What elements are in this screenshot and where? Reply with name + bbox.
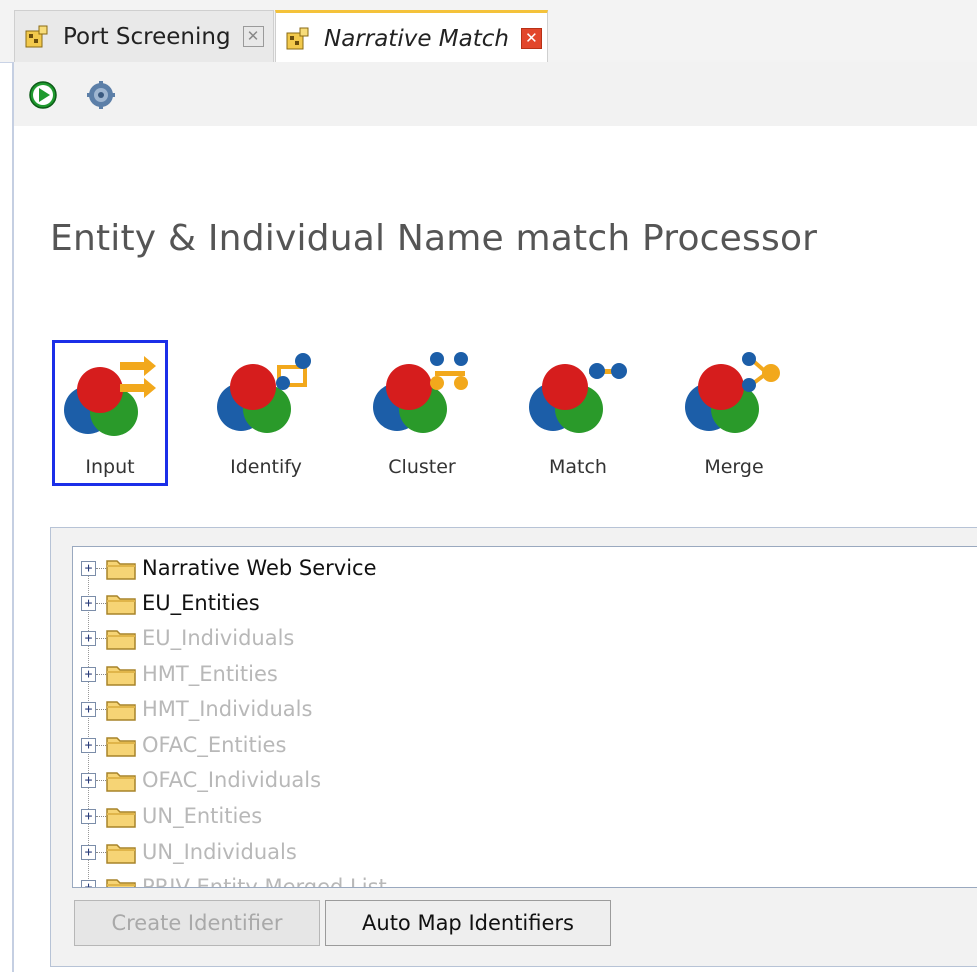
folder-icon [106,595,136,615]
expand-icon[interactable]: + [81,808,96,824]
process-cluster[interactable]: Cluster [364,340,480,486]
tree-item-label: EU_Entities [142,591,260,615]
folder-icon [106,844,136,864]
close-icon[interactable]: ✕ [242,26,264,47]
project-icon [25,25,48,47]
tree-item-label: HMT_Entities [142,662,278,686]
tab-label: Narrative Match [324,25,509,52]
tree-item-label: PRIV Entity Merged List [142,875,387,888]
cluster-process-icon [373,352,468,433]
tree-item[interactable]: + HMT_Individuals [81,692,312,726]
tree-item-label: OFAC_Individuals [142,768,322,792]
folder-icon [106,666,136,686]
folder-icon [106,701,136,721]
data-sources-tree[interactable]: + Narrative Web Service + EU_Entities + … [72,546,977,888]
settings-gear-icon[interactable] [86,80,116,110]
process-match[interactable]: Match [520,340,636,486]
process-label: Identify [230,456,302,478]
tab-narrative-match[interactable]: Narrative Match ✕ [275,10,548,64]
tree-item-label: UN_Entities [142,804,263,828]
auto-map-identifiers-button[interactable]: Auto Map Identifiers [325,900,611,946]
project-icon [286,27,309,49]
tree-item[interactable]: + HMT_Entities [81,657,278,691]
input-process-icon [64,356,156,436]
close-icon[interactable]: ✕ [520,28,542,49]
process-label: Merge [704,456,764,478]
process-label: Match [549,456,607,478]
identify-process-icon [217,353,311,433]
create-identifier-button[interactable]: Create Identifier [74,900,320,946]
tree-item[interactable]: + UN_Individuals [81,835,297,869]
tree-item-label: Narrative Web Service [142,556,377,580]
process-merge[interactable]: Merge [676,340,792,486]
expand-icon[interactable]: + [81,666,96,682]
tree-item[interactable]: + OFAC_Individuals [81,763,321,797]
expand-icon[interactable]: + [81,701,96,717]
expand-icon[interactable]: + [81,772,96,788]
tree-item[interactable]: + EU_Entities [81,586,260,620]
tree-item[interactable]: + UN_Entities [81,799,262,833]
tree-item-label: OFAC_Entities [142,733,287,757]
tree-item[interactable]: + Narrative Web Service [81,551,377,585]
process-label: Cluster [388,456,456,478]
run-icon[interactable] [28,80,58,110]
expand-icon[interactable]: + [81,630,96,646]
folder-icon [106,560,136,580]
process-identify[interactable]: Identify [208,340,324,486]
folder-icon [106,879,136,887]
expand-icon[interactable]: + [81,844,96,860]
tab-port-screening[interactable]: Port Screening ✕ [14,10,274,62]
tree-item-label: UN_Individuals [142,840,297,864]
match-process-icon [529,363,627,433]
expand-icon[interactable]: + [81,879,96,887]
folder-icon [106,808,136,828]
process-input[interactable]: Input [52,340,168,486]
tab-label: Port Screening [63,23,231,50]
tree-item[interactable]: + OFAC_Entities [81,728,286,762]
tree-item-label: EU_Individuals [142,626,295,650]
tree-item-label: HMT_Individuals [142,697,313,721]
tree-item[interactable]: + EU_Individuals [81,621,294,655]
toolbar [14,62,977,126]
expand-icon[interactable]: + [81,737,96,753]
process-label: Input [85,456,135,478]
tree-item[interactable]: + PRIV Entity Merged List [81,870,387,888]
expand-icon[interactable]: + [81,560,96,576]
folder-icon [106,630,136,650]
expand-icon[interactable]: + [81,595,96,611]
merge-process-icon [685,352,780,433]
folder-icon [106,737,136,757]
page-title: Entity & Individual Name match Processor [50,218,818,259]
folder-icon [106,772,136,792]
